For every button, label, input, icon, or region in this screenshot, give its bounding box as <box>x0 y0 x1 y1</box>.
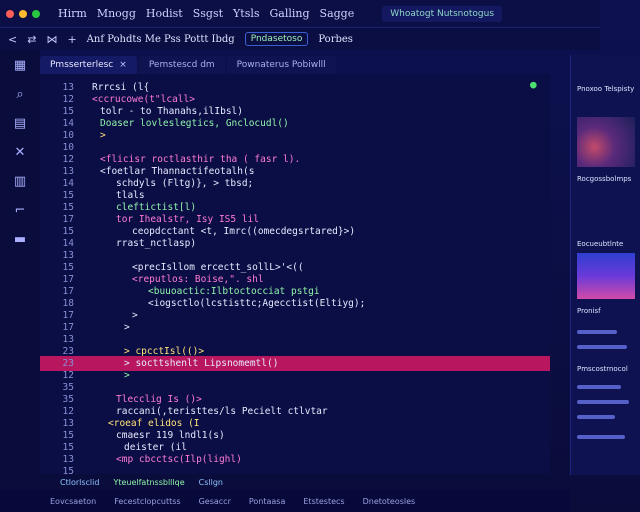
monitor-screen: Hirm Mnogg Hodist Ssgst Ytsls Galling Sa… <box>0 0 640 512</box>
code-line[interactable]: 15 <box>40 464 550 474</box>
explorer-icon[interactable]: ▦ <box>14 58 26 73</box>
panel-row[interactable] <box>577 330 617 334</box>
panel-icon[interactable]: ▬ <box>14 232 26 247</box>
tab-label: Pownaterus Pobiwlll <box>236 60 326 70</box>
window-controls <box>6 9 40 18</box>
terminal-icon[interactable]: ⌐ <box>15 203 26 218</box>
close-tab-icon[interactable]: × <box>119 60 127 70</box>
status-item-1: Yteuelfatnssblllqe <box>113 477 185 487</box>
right-panel-label-0: Rocgossbolmps <box>577 175 632 183</box>
tab-label: Pmsserterlesc <box>50 60 114 70</box>
chart-preview[interactable] <box>577 253 635 299</box>
bottom-item-5[interactable]: Dnetoteosles <box>363 497 416 506</box>
preview-image[interactable] <box>577 117 635 167</box>
bookmark-icon[interactable]: ⋈ <box>46 33 57 46</box>
menu-item-0[interactable]: Hirm <box>58 7 87 20</box>
line-number: 15 <box>62 466 74 474</box>
bottom-item-4[interactable]: Etstestecs <box>303 497 344 506</box>
toolbar: < ⇄ ⋈ + Anf Pohdts Me Pss Pottt Ibdg Pnd… <box>0 28 600 50</box>
status-item-0: Ctlorlsclid <box>60 477 100 487</box>
panel-row[interactable] <box>577 385 621 389</box>
editor-tabs: Pmsserterlesc × Pemstescd dm Pownaterus P… <box>40 52 560 74</box>
menu-item-6[interactable]: Sagge <box>320 7 355 20</box>
close-window-button[interactable] <box>6 9 14 18</box>
toolbar-text: Anf Pohdts Me Pss Pottt Ibdg <box>86 33 235 45</box>
right-panel: Pnoxoo Telspisty Rocgossbolmps Eocueubtl… <box>570 55 640 475</box>
menu-item-4[interactable]: Ytsls <box>233 7 260 20</box>
bottom-item-2[interactable]: Gesaccr <box>199 497 231 506</box>
bottom-item-0[interactable]: Eovcsaeton <box>50 497 96 506</box>
tab-2[interactable]: Pownaterus Pobiwlll <box>226 56 336 74</box>
tab-0[interactable]: Pmsserterlesc × <box>40 56 137 74</box>
tab-1[interactable]: Pemstescd dm <box>138 56 225 74</box>
search-icon[interactable]: ⌕ <box>16 87 23 102</box>
maximize-window-button[interactable] <box>32 9 40 18</box>
minimize-window-button[interactable] <box>19 9 27 18</box>
add-icon[interactable]: + <box>67 33 76 46</box>
code-editor[interactable]: ● 13 Rrrcsi (l{12 <ccrucowe(t"lcall> 15 tolr… <box>40 74 550 474</box>
toolbar-label[interactable]: Porbes <box>318 34 353 45</box>
activity-bar: ▦ ⌕ ▤ ✕ ▥ ⌐ ▬ <box>0 50 40 490</box>
bottom-item-3[interactable]: Pontaasa <box>249 497 286 506</box>
right-panel-label-2: Pronisf <box>577 307 601 315</box>
menu-item-5[interactable]: Galling <box>270 7 310 20</box>
panel-row[interactable] <box>577 345 627 349</box>
split-icon[interactable]: ⇄ <box>27 33 36 46</box>
right-panel-label-1: Eocueubtlnte <box>577 240 624 248</box>
bottom-bar: Eovcsaeton Fecestclopcuttss Gesaccr Pont… <box>0 490 570 512</box>
menu-item-2[interactable]: Hodist <box>146 7 183 20</box>
right-panel-label-3: Pmscostrnocol <box>577 365 628 373</box>
source-control-icon[interactable]: ▤ <box>14 116 26 131</box>
status-bar: Ctlorlsclid Yteuelfatnssblllqe Csllgn <box>40 474 550 490</box>
back-icon[interactable]: < <box>8 33 17 46</box>
right-panel-title: Pnoxoo Telspisty <box>577 85 635 93</box>
panel-row[interactable] <box>577 415 615 419</box>
panel-row[interactable] <box>577 435 625 439</box>
toolbar-chip[interactable]: Pndasetoso <box>244 32 309 46</box>
menu-item-3[interactable]: Ssgst <box>193 7 223 20</box>
title-tab[interactable]: Whoatogt Nutsnotogus <box>382 5 503 22</box>
tab-label: Pemstescd dm <box>148 60 215 70</box>
status-right: Csllgn <box>198 477 223 487</box>
debug-icon[interactable]: ✕ <box>15 145 26 160</box>
title-bar: Hirm Mnogg Hodist Ssgst Ytsls Galling Sa… <box>0 0 600 28</box>
extensions-icon[interactable]: ▥ <box>14 174 26 189</box>
menu-item-1[interactable]: Mnogg <box>97 7 136 20</box>
panel-row[interactable] <box>577 400 629 404</box>
bottom-item-1[interactable]: Fecestclopcuttss <box>114 497 180 506</box>
